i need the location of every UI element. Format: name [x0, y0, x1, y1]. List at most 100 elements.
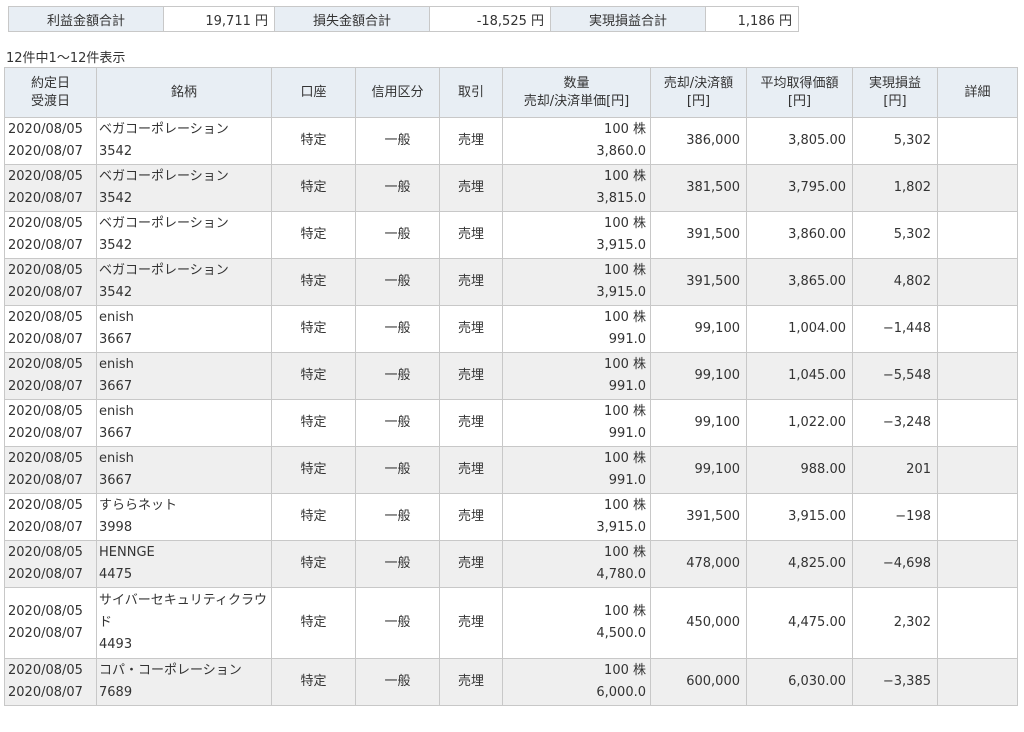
trade-date: 2020/08/05: [8, 169, 83, 184]
credit-type-cell: 一般: [355, 117, 440, 165]
quantity: 100 株: [604, 545, 646, 560]
stock-name[interactable]: ベガコーポレーション: [99, 260, 269, 282]
unit-price: 4,780.0: [596, 567, 646, 582]
quantity-cell: 100 株 3,860.0: [502, 117, 651, 165]
credit-type-cell: 一般: [355, 446, 440, 494]
realized-total-label: 実現損益合計: [550, 6, 706, 32]
summary-bar: 利益金額合計 19,711 円 損失金額合計 -18,525 円 実現損益合計 …: [8, 6, 799, 32]
realized-total-value: 1,186 円: [705, 6, 799, 32]
trade-date: 2020/08/05: [8, 451, 83, 466]
trade-dates-cell: 2020/08/05 2020/08/07: [4, 258, 97, 306]
trade-dates-cell: 2020/08/05 2020/08/07: [4, 540, 97, 588]
avg-price-cell: 4,825.00: [746, 540, 853, 588]
table-row[interactable]: 2020/08/05 2020/08/07 enish 3667 特定 一般 売埋 100 株…: [4, 446, 1018, 494]
detail-cell: [937, 352, 1018, 400]
trade-type-cell: 売埋: [439, 587, 503, 659]
account-cell: 特定: [271, 446, 356, 494]
amount-cell: 478,000: [650, 540, 747, 588]
quantity-cell: 100 株 991.0: [502, 352, 651, 400]
trade-date: 2020/08/05: [8, 357, 83, 372]
amount-cell: 99,100: [650, 446, 747, 494]
account-cell: 特定: [271, 540, 356, 588]
trade-dates-cell: 2020/08/05 2020/08/07: [4, 587, 97, 659]
table-row[interactable]: 2020/08/05 2020/08/07 ベガコーポレーション 3542 特定 一般 売埋…: [4, 211, 1018, 259]
stock-cell: enish 3667: [96, 305, 272, 353]
settle-date: 2020/08/07: [8, 238, 83, 253]
stock-name[interactable]: enish: [99, 307, 269, 329]
detail-cell: [937, 164, 1018, 212]
table-row[interactable]: 2020/08/05 2020/08/07 ベガコーポレーション 3542 特定 一般 売埋…: [4, 117, 1018, 165]
header-quantity[interactable]: 数量 売却/決済単価[円]: [502, 67, 651, 118]
detail-cell: [937, 305, 1018, 353]
header-avg-price[interactable]: 平均取得価額 [円]: [746, 67, 853, 118]
header-realized-pl[interactable]: 実現損益 [円]: [852, 67, 938, 118]
settle-date: 2020/08/07: [8, 520, 83, 535]
detail-cell: [937, 658, 1018, 706]
stock-name[interactable]: ベガコーポレーション: [99, 119, 269, 141]
table-row[interactable]: 2020/08/05 2020/08/07 サイバーセキュリティクラウド 4493 特定…: [4, 587, 1018, 659]
header-account[interactable]: 口座: [271, 67, 356, 118]
unit-price: 991.0: [608, 332, 646, 347]
stock-code: 7689: [99, 685, 133, 700]
realized-pl-cell: −3,248: [852, 399, 938, 447]
amount-cell: 391,500: [650, 211, 747, 259]
quantity-cell: 100 株 3,815.0: [502, 164, 651, 212]
stock-name[interactable]: HENNGE: [99, 542, 269, 564]
quantity: 100 株: [604, 169, 646, 184]
amount-cell: 600,000: [650, 658, 747, 706]
detail-cell: [937, 399, 1018, 447]
avg-price-cell: 1,004.00: [746, 305, 853, 353]
amount-cell: 386,000: [650, 117, 747, 165]
trade-date: 2020/08/05: [8, 498, 83, 513]
credit-type-cell: 一般: [355, 305, 440, 353]
quantity: 100 株: [604, 451, 646, 466]
unit-price: 991.0: [608, 379, 646, 394]
account-cell: 特定: [271, 493, 356, 541]
stock-name[interactable]: ベガコーポレーション: [99, 166, 269, 188]
table-row[interactable]: 2020/08/05 2020/08/07 ベガコーポレーション 3542 特定 一般 売埋…: [4, 164, 1018, 212]
stock-cell: ベガコーポレーション 3542: [96, 211, 272, 259]
header-name[interactable]: 銘柄: [96, 67, 272, 118]
table-row[interactable]: 2020/08/05 2020/08/07 enish 3667 特定 一般 売埋 100 株…: [4, 399, 1018, 447]
header-trade[interactable]: 取引: [439, 67, 503, 118]
stock-name[interactable]: コパ・コーポレーション: [99, 660, 269, 682]
account-cell: 特定: [271, 352, 356, 400]
stock-code: 3542: [99, 191, 133, 206]
quantity: 100 株: [604, 498, 646, 513]
quantity: 100 株: [604, 263, 646, 278]
credit-type-cell: 一般: [355, 658, 440, 706]
settle-date: 2020/08/07: [8, 567, 83, 582]
settle-date: 2020/08/07: [8, 191, 83, 206]
stock-cell: enish 3667: [96, 446, 272, 494]
stock-code: 3667: [99, 473, 133, 488]
trade-type-cell: 売埋: [439, 540, 503, 588]
table-row[interactable]: 2020/08/05 2020/08/07 enish 3667 特定 一般 売埋 100 株…: [4, 305, 1018, 353]
stock-name[interactable]: enish: [99, 401, 269, 423]
header-dates[interactable]: 約定日 受渡日: [4, 67, 97, 118]
table-row[interactable]: 2020/08/05 2020/08/07 enish 3667 特定 一般 売埋 100 株…: [4, 352, 1018, 400]
stock-cell: ベガコーポレーション 3542: [96, 164, 272, 212]
table-row[interactable]: 2020/08/05 2020/08/07 すららネット 3998 特定 一般 売埋 100 …: [4, 493, 1018, 541]
stock-name[interactable]: すららネット: [99, 495, 269, 517]
trade-date: 2020/08/05: [8, 310, 83, 325]
credit-type-cell: 一般: [355, 258, 440, 306]
header-credit[interactable]: 信用区分: [355, 67, 440, 118]
loss-total-value: -18,525 円: [429, 6, 551, 32]
settle-date: 2020/08/07: [8, 379, 83, 394]
avg-price-cell: 3,915.00: [746, 493, 853, 541]
stock-name[interactable]: enish: [99, 354, 269, 376]
table-row[interactable]: 2020/08/05 2020/08/07 ベガコーポレーション 3542 特定 一般 売埋…: [4, 258, 1018, 306]
table-row[interactable]: 2020/08/05 2020/08/07 HENNGE 4475 特定 一般 売埋 100 …: [4, 540, 1018, 588]
trade-date: 2020/08/05: [8, 604, 83, 619]
realized-pl-cell: 1,802: [852, 164, 938, 212]
table-row[interactable]: 2020/08/05 2020/08/07 コパ・コーポレーション 7689 特定 一般売…: [4, 658, 1018, 706]
header-amount[interactable]: 売却/決済額 [円]: [650, 67, 747, 118]
quantity-cell: 100 株 3,915.0: [502, 258, 651, 306]
profit-total-label: 利益金額合計: [8, 6, 164, 32]
quantity-cell: 100 株 3,915.0: [502, 493, 651, 541]
stock-name[interactable]: enish: [99, 448, 269, 470]
amount-cell: 99,100: [650, 399, 747, 447]
stock-name[interactable]: ベガコーポレーション: [99, 213, 269, 235]
trade-dates-cell: 2020/08/05 2020/08/07: [4, 493, 97, 541]
stock-name[interactable]: サイバーセキュリティクラウド: [99, 590, 269, 634]
